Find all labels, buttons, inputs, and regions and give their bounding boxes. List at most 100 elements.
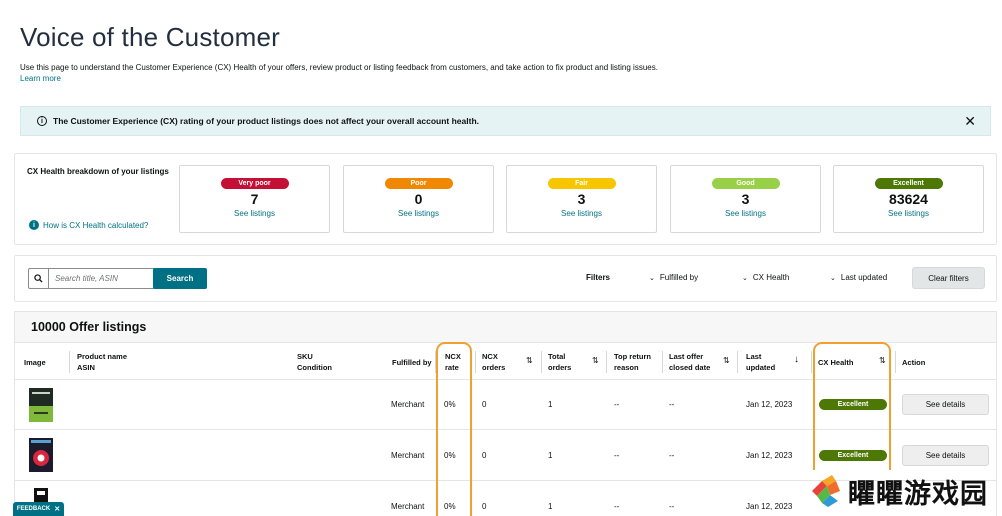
sort-icon[interactable]: ⇅ — [723, 356, 730, 365]
cell-total-orders: 1 — [548, 400, 553, 409]
cx-card-very-poor: Very poor 7 See listings — [179, 165, 330, 233]
cell-ncx-orders: 0 — [482, 400, 487, 409]
cell-last-updated: Jan 12, 2023 — [746, 502, 793, 511]
cx-badge-excellent: Excellent — [874, 178, 943, 189]
cx-card-fair: Fair 3 See listings — [506, 165, 657, 233]
col-header-total-line2: orders — [548, 363, 572, 372]
info-banner: i The Customer Experience (CX) rating of… — [20, 106, 991, 136]
close-icon[interactable]: ✕ — [964, 114, 976, 128]
filter-fulfilled-by[interactable]: ⌄ Fulfilled by — [649, 273, 698, 282]
filter-last-updated-label: Last updated — [840, 273, 888, 282]
product-thumbnail[interactable] — [29, 438, 53, 472]
close-icon[interactable]: ✕ — [54, 505, 60, 513]
column-divider — [541, 351, 542, 373]
col-header-last-updated-line2: updated — [746, 363, 776, 372]
col-header-ncx-rate[interactable]: NCX rate — [445, 344, 461, 380]
cx-count-excellent: 83624 — [889, 191, 928, 207]
clear-filters-button[interactable]: Clear filters — [912, 267, 985, 289]
col-header-sku: SKU Condition — [297, 344, 332, 380]
filter-last-updated[interactable]: ⌄ Last updated — [830, 273, 887, 282]
see-listings-fair[interactable]: See listings — [507, 209, 656, 218]
col-header-top-return: Top return reason — [614, 344, 651, 380]
cell-fulfilled-by: Merchant — [391, 451, 425, 460]
column-divider — [69, 351, 70, 373]
filter-bar: Search title, ASIN Search Filters ⌄ Fulf… — [14, 255, 997, 302]
see-listings-good[interactable]: See listings — [671, 209, 820, 218]
feedback-label: FEEDBACK — [16, 506, 51, 512]
search-input[interactable]: Search title, ASIN — [28, 268, 158, 289]
watermark-logo-icon — [812, 475, 840, 507]
col-header-action: Action — [902, 357, 926, 367]
cx-badge-very-poor: Very poor — [220, 178, 289, 189]
search-icon — [29, 269, 49, 288]
cell-last-offer: -- — [669, 451, 675, 460]
cell-ncx-orders: 0 — [482, 451, 487, 460]
cx-health-badge: Excellent — [819, 399, 887, 410]
cell-last-updated: Jan 12, 2023 — [746, 451, 793, 460]
cell-fulfilled-by: Merchant — [391, 502, 425, 511]
col-header-cx-health[interactable]: CX Health — [818, 344, 853, 380]
col-header-ncx-orders[interactable]: NCX orders — [482, 344, 505, 380]
cx-card-poor: Poor 0 See listings — [343, 165, 494, 233]
cx-health-badge: Excellent — [819, 450, 887, 461]
filters-label: Filters — [586, 273, 611, 282]
cell-ncx-rate: 0% — [444, 400, 456, 409]
cell-top-return: -- — [614, 400, 620, 409]
cx-calculation-link[interactable]: i How is CX Health calculated? — [29, 220, 148, 230]
col-header-top-return-line2: reason — [614, 363, 639, 372]
column-divider — [895, 351, 896, 373]
col-header-last-offer[interactable]: Last offer closed date — [669, 344, 710, 380]
see-listings-excellent[interactable]: See listings — [834, 209, 983, 218]
sort-icon[interactable]: ⇅ — [592, 356, 599, 365]
cx-count-fair: 3 — [577, 191, 586, 207]
page-description: Use this page to understand the Customer… — [20, 63, 658, 72]
learn-more-link[interactable]: Learn more — [20, 74, 61, 83]
see-listings-poor[interactable]: See listings — [344, 209, 493, 218]
column-divider — [435, 351, 436, 373]
cell-ncx-rate: 0% — [444, 502, 456, 511]
col-header-product: Product name ASIN — [77, 344, 127, 380]
cx-badge-good: Good — [711, 178, 780, 189]
row-divider — [15, 379, 996, 380]
info-icon: i — [37, 116, 47, 126]
column-divider — [737, 351, 738, 373]
cell-fulfilled-by: Merchant — [391, 400, 425, 409]
col-header-product-name: Product name — [77, 352, 128, 361]
cell-total-orders: 1 — [548, 502, 553, 511]
cx-count-poor: 0 — [414, 191, 423, 207]
breakdown-label: CX Health breakdown of your listings — [27, 167, 169, 176]
see-listings-very-poor[interactable]: See listings — [180, 209, 329, 218]
search-button[interactable]: Search — [153, 268, 207, 289]
arrow-down-icon[interactable]: ↓ — [794, 354, 799, 365]
column-divider — [811, 351, 812, 373]
see-details-button[interactable]: See details — [902, 394, 989, 415]
sort-icon[interactable]: ⇅ — [526, 356, 533, 365]
col-header-fulfilled-by: Fulfilled by — [392, 357, 432, 367]
cell-last-offer: -- — [669, 400, 675, 409]
cell-ncx-rate: 0% — [444, 451, 456, 460]
filter-fulfilled-by-label: Fulfilled by — [659, 273, 699, 282]
col-header-condition: Condition — [297, 363, 332, 372]
page-title: Voice of the Customer — [20, 22, 280, 52]
cx-badge-poor: Poor — [384, 178, 453, 189]
col-header-ncx-rate-line1: NCX — [445, 352, 461, 361]
filter-cx-health-label: CX Health — [752, 273, 790, 282]
column-divider — [606, 351, 607, 373]
cx-count-good: 3 — [741, 191, 750, 207]
sort-icon[interactable]: ⇅ — [879, 356, 886, 365]
watermark-text: 䂂䂂游戏园 — [848, 478, 988, 510]
feedback-button[interactable]: FEEDBACK ✕ — [13, 502, 64, 516]
cx-count-very-poor: 7 — [250, 191, 259, 207]
col-header-top-return-line1: Top return — [614, 352, 651, 361]
column-divider — [662, 351, 663, 373]
product-thumbnail[interactable] — [29, 388, 53, 422]
see-details-button[interactable]: See details — [902, 445, 989, 466]
cx-badge-fair: Fair — [547, 178, 616, 189]
col-header-total-line1: Total — [548, 352, 566, 361]
cx-health-breakdown: CX Health breakdown of your listings i H… — [14, 153, 997, 245]
table-title: 10000 Offer listings — [31, 320, 147, 334]
banner-text: The Customer Experience (CX) rating of y… — [53, 116, 480, 126]
col-header-total-orders[interactable]: Total orders — [548, 344, 571, 380]
filter-cx-health[interactable]: ⌄ CX Health — [742, 273, 789, 282]
col-header-last-updated[interactable]: Last updated — [746, 344, 775, 380]
